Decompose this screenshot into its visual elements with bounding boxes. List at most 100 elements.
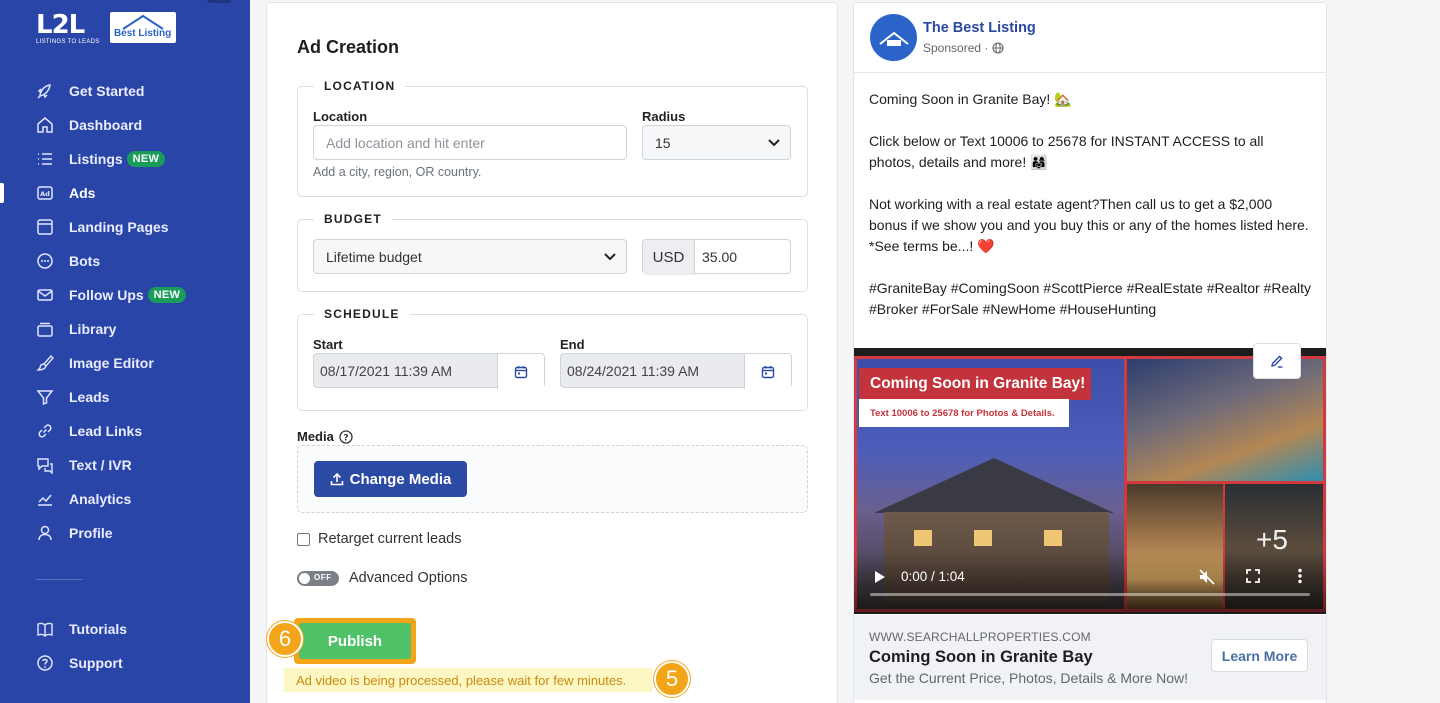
page-name[interactable]: The Best Listing bbox=[923, 20, 1036, 36]
house-window bbox=[914, 530, 932, 546]
video-controls: 0:00 / 1:04 bbox=[854, 552, 1326, 612]
list-icon bbox=[36, 150, 54, 168]
sidebar-item-tutorials[interactable]: Tutorials bbox=[0, 612, 250, 646]
location-input[interactable]: Add location and hit enter bbox=[313, 125, 627, 160]
end-calendar-button[interactable] bbox=[744, 354, 791, 389]
sidebar-top-tab[interactable] bbox=[207, 0, 231, 3]
radius-select[interactable]: 15 bbox=[642, 125, 791, 160]
ad-body-line: bonus if we show you and you buy this or… bbox=[869, 217, 1309, 233]
video-progress-bar[interactable] bbox=[870, 593, 1310, 596]
advanced-options-toggle[interactable]: OFF bbox=[297, 570, 339, 586]
sidebar-item-label: Dashboard bbox=[69, 117, 143, 133]
chart-icon bbox=[36, 490, 54, 508]
ad-body-line: Not working with a real estate agent?The… bbox=[869, 196, 1273, 212]
processing-message: Ad video is being processed, please wait… bbox=[284, 668, 652, 692]
ad-body-line: #GraniteBay #ComingSoon #ScottPierce #Re… bbox=[869, 280, 1312, 296]
budget-amount-input[interactable]: 35.00 bbox=[702, 249, 737, 265]
sidebar-item-follow-ups[interactable]: Follow Ups NEW bbox=[0, 278, 250, 312]
change-media-button[interactable]: Change Media bbox=[314, 461, 467, 497]
ad-body-text: Coming Soon in Granite Bay! 🏡 Click below… bbox=[869, 89, 1314, 320]
sidebar-item-listings[interactable]: Listings NEW bbox=[0, 142, 250, 176]
retarget-row[interactable]: Retarget current leads bbox=[297, 531, 461, 547]
sidebar-nav: Get Started Dashboard Listings NEW Ad Ads Land… bbox=[0, 74, 250, 550]
sidebar-item-profile[interactable]: Profile bbox=[0, 516, 250, 550]
calendar-icon bbox=[514, 365, 528, 378]
l2l-tagline: LISTINGS TO LEADS bbox=[36, 39, 100, 45]
radius-value: 15 bbox=[655, 134, 671, 151]
house-logo-icon bbox=[878, 31, 909, 46]
sidebar-item-label: Follow Ups bbox=[69, 287, 144, 303]
ad-description: Get the Current Price, Photos, Details &… bbox=[869, 670, 1189, 686]
learn-more-button[interactable]: Learn More bbox=[1211, 639, 1308, 672]
globe-icon bbox=[992, 42, 1004, 54]
sidebar-item-analytics[interactable]: Analytics bbox=[0, 482, 250, 516]
more-options-icon[interactable] bbox=[1298, 568, 1302, 584]
house-window bbox=[974, 530, 992, 546]
start-date-input[interactable]: 08/17/2021 11:39 AM bbox=[313, 353, 545, 389]
advanced-options-row[interactable]: OFF Advanced Options bbox=[297, 570, 468, 586]
home-icon bbox=[36, 116, 54, 134]
end-date-input[interactable]: 08/24/2021 11:39 AM bbox=[560, 353, 792, 389]
sidebar-item-label: Support bbox=[69, 655, 123, 671]
budget-legend: BUDGET bbox=[324, 212, 382, 226]
sidebar-item-lead-links[interactable]: Lead Links bbox=[0, 414, 250, 448]
sidebar-item-ads[interactable]: Ad Ads bbox=[0, 176, 250, 210]
sidebar-item-label: Ads bbox=[69, 185, 96, 201]
l2l-logo-text: L2L bbox=[36, 10, 85, 40]
sidebar-item-bots[interactable]: Bots bbox=[0, 244, 250, 278]
ad-video[interactable]: Coming Soon in Granite Bay! Text 10006 t… bbox=[854, 348, 1326, 614]
media-dropzone[interactable]: Change Media bbox=[297, 445, 808, 513]
sidebar-item-dashboard[interactable]: Dashboard bbox=[0, 108, 250, 142]
location-legend: LOCATION bbox=[324, 79, 396, 93]
svg-text:?: ? bbox=[343, 433, 348, 443]
help-circle-icon[interactable]: ? bbox=[339, 429, 353, 444]
budget-type-select[interactable]: Lifetime budget bbox=[313, 239, 627, 274]
budget-type-value: Lifetime budget bbox=[326, 248, 422, 265]
l2l-logo: L2L LISTINGS TO LEADS bbox=[36, 12, 100, 45]
sidebar-item-text-ivr[interactable]: Text / IVR bbox=[0, 448, 250, 482]
sidebar-item-label: Lead Links bbox=[69, 423, 143, 439]
sidebar: L2L LISTINGS TO LEADS Best Listing Get S… bbox=[0, 0, 250, 703]
sidebar-item-image-editor[interactable]: Image Editor bbox=[0, 346, 250, 380]
sponsored-text: Sponsored · bbox=[923, 41, 989, 55]
sidebar-item-library[interactable]: Library bbox=[0, 312, 250, 346]
edit-icon bbox=[1271, 355, 1283, 368]
house-logo-icon bbox=[122, 14, 164, 30]
publish-button[interactable]: Publish bbox=[299, 623, 411, 659]
play-icon[interactable] bbox=[874, 570, 886, 584]
sidebar-item-landing-pages[interactable]: Landing Pages bbox=[0, 210, 250, 244]
new-badge: NEW bbox=[126, 151, 166, 167]
sponsored-label: Sponsored · bbox=[923, 41, 1004, 55]
publish-highlight: Publish bbox=[294, 618, 416, 664]
start-date-value: 08/17/2021 11:39 AM bbox=[320, 362, 453, 379]
sidebar-item-label: Bots bbox=[69, 253, 101, 269]
edit-media-button[interactable] bbox=[1253, 343, 1301, 379]
book-icon bbox=[36, 620, 54, 638]
ad-icon: Ad bbox=[36, 184, 54, 202]
mute-icon[interactable] bbox=[1198, 568, 1216, 586]
sidebar-item-get-started[interactable]: Get Started bbox=[0, 74, 250, 108]
preview-header: The Best Listing Sponsored · bbox=[854, 3, 1326, 73]
chevron-down-icon bbox=[604, 253, 616, 261]
ad-headline: Coming Soon in Granite Bay bbox=[869, 648, 1093, 666]
start-calendar-button[interactable] bbox=[497, 354, 544, 389]
library-icon bbox=[36, 320, 54, 338]
brand-logo[interactable]: L2L LISTINGS TO LEADS Best Listing bbox=[36, 12, 176, 45]
sidebar-item-label: Profile bbox=[69, 525, 113, 541]
media-label: Media ? bbox=[297, 429, 353, 444]
mail-icon bbox=[36, 286, 54, 304]
advanced-options-label: Advanced Options bbox=[349, 570, 468, 586]
ad-body-line: #Broker #ForSale #NewHome #HouseHunting bbox=[869, 301, 1157, 317]
sidebar-item-support[interactable]: Support bbox=[0, 646, 250, 680]
sidebar-item-leads[interactable]: Leads bbox=[0, 380, 250, 414]
rocket-icon bbox=[36, 82, 54, 100]
fullscreen-icon[interactable] bbox=[1246, 569, 1260, 583]
ad-link-footer[interactable]: WWW.SEARCHALLPROPERTIES.COM Coming Soon … bbox=[854, 615, 1326, 700]
end-date-value: 08/24/2021 11:39 AM bbox=[567, 362, 700, 379]
media-banner: Coming Soon in Granite Bay! bbox=[859, 368, 1091, 400]
ad-body-line: Click below or Text 10006 to 25678 for I… bbox=[869, 133, 1264, 149]
sidebar-nav-bottom: Tutorials Support bbox=[0, 612, 250, 680]
page-icon bbox=[36, 218, 54, 236]
retarget-checkbox[interactable] bbox=[297, 532, 310, 546]
ad-body-line bbox=[869, 257, 1314, 278]
